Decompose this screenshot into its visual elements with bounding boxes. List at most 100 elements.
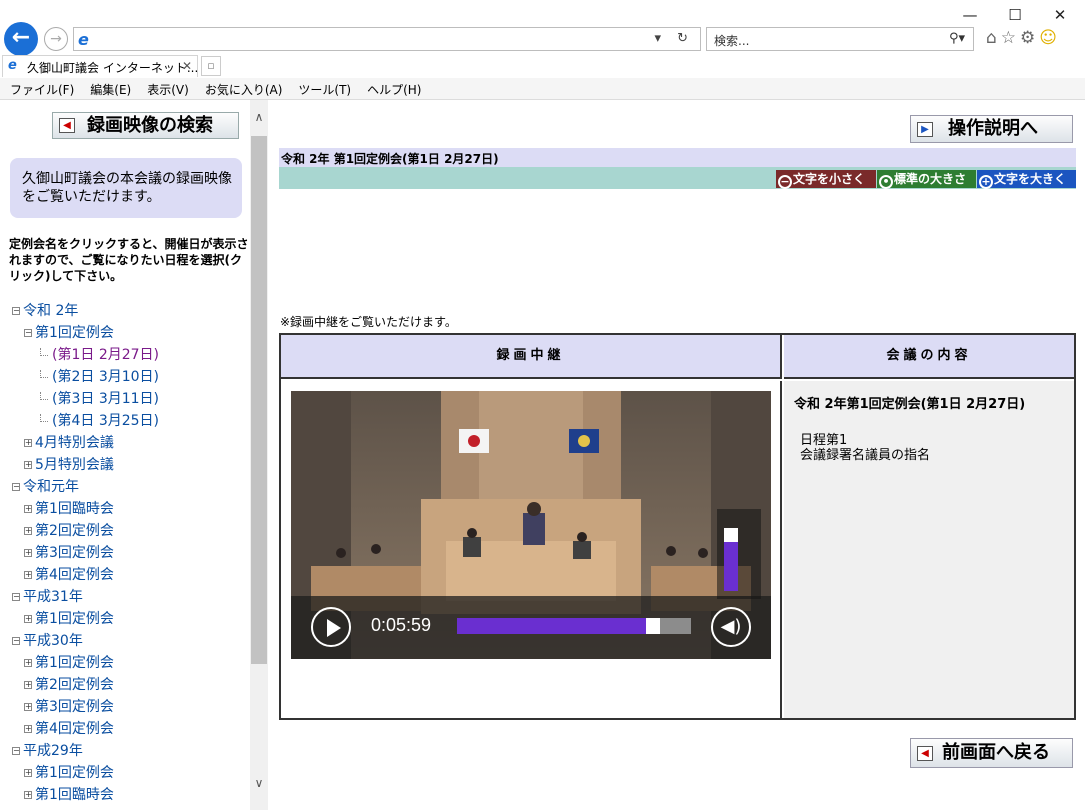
expand-icon[interactable]: + [24, 439, 32, 447]
maximize-button[interactable]: ☐ [993, 4, 1037, 26]
expand-icon[interactable]: + [24, 725, 32, 733]
tree-item-label: (第4日 3月25日) [52, 413, 160, 429]
home-icon[interactable]: ⌂ [986, 28, 1001, 48]
tree-session-item[interactable]: + 第1回定例会 [24, 762, 114, 782]
seek-knob[interactable] [646, 618, 660, 634]
expand-icon[interactable]: + [24, 791, 32, 799]
expand-icon[interactable]: + [24, 505, 32, 513]
forward-arrow-icon[interactable]: → [44, 27, 68, 51]
menu-tools[interactable]: ツール(T) [288, 78, 357, 98]
expand-icon[interactable]: + [24, 461, 32, 469]
menu-edit[interactable]: 編集(E) [80, 78, 137, 98]
tree-year-item[interactable]: − 令和 2年 [12, 300, 78, 320]
tree-year-item[interactable]: − 平成30年 [12, 630, 83, 650]
tree-year-item[interactable]: − 平成31年 [12, 586, 83, 606]
collapse-icon[interactable]: − [12, 747, 20, 755]
tree-date-item[interactable]: (第4日 3月25日) [40, 410, 159, 430]
close-tab-icon[interactable]: ✕ [182, 59, 192, 73]
sidebar-scrollbar[interactable]: ∧ ∨ [250, 100, 268, 810]
tree-item-label: 第1回臨時会 [35, 787, 114, 803]
expand-icon[interactable]: + [24, 549, 32, 557]
tree-session-item[interactable]: + 第1回臨時会 [24, 498, 114, 518]
tree-session-item[interactable]: +5月特別会議 [24, 454, 114, 474]
video-cell: 0:05:59 ◀) [281, 381, 782, 718]
font-small-button[interactable]: − 文字を小さく [776, 170, 876, 189]
tree-branch-icon [40, 392, 48, 400]
tree-session-item[interactable]: + 第4回定例会 [24, 718, 114, 738]
collapse-icon[interactable]: − [12, 483, 20, 491]
content-title: 令和 2年第1回定例会(第1日 2月27日) [794, 397, 1026, 412]
font-large-button[interactable]: + 文字を大きく [977, 170, 1076, 189]
tree-session-item[interactable]: + 第2回定例会 [24, 674, 114, 694]
collapse-icon[interactable]: − [12, 593, 20, 601]
volume-track[interactable] [724, 519, 738, 591]
tree-item-label: 第1回定例会 [35, 765, 114, 781]
magnifier-icon[interactable]: ⚲▾ [949, 31, 965, 46]
volume-knob[interactable] [724, 528, 738, 542]
collapse-icon[interactable]: − [24, 329, 32, 337]
tree-session-item[interactable]: + 第1回定例会 [24, 652, 114, 672]
expand-icon[interactable]: + [24, 571, 32, 579]
tree-session-item[interactable]: + 第1回臨時会 [24, 784, 114, 804]
tree-year-item[interactable]: − 令和元年 [12, 476, 79, 496]
collapse-icon[interactable]: − [12, 637, 20, 645]
minimize-button[interactable]: — [948, 4, 992, 26]
menu-file[interactable]: ファイル(F) [0, 78, 80, 98]
scroll-down-icon[interactable]: ∨ [250, 776, 268, 794]
expand-icon[interactable]: + [24, 659, 32, 667]
back-to-previous-button[interactable]: ◀ 前画面へ戻る [910, 738, 1073, 768]
tree-item-label: 平成31年 [23, 589, 83, 605]
menu-favorites[interactable]: お気に入り(A) [195, 78, 289, 98]
ie-logo-icon: e [78, 30, 89, 49]
search-videos-button[interactable]: ◀ 録画映像の検索 [52, 112, 239, 139]
expand-icon[interactable]: + [24, 681, 32, 689]
font-standard-label: 標準の大きさ [894, 172, 967, 186]
tree-date-item[interactable]: (第1日 2月27日) [40, 344, 159, 364]
tree-session-item[interactable]: + 第3回定例会 [24, 696, 114, 716]
scroll-up-icon[interactable]: ∧ [250, 110, 268, 128]
gear-icon[interactable]: ⚙ [1020, 28, 1039, 48]
new-tab-button[interactable]: ▫ [201, 56, 221, 76]
scrollbar-thumb[interactable] [251, 136, 267, 664]
tree-date-item[interactable]: (第3日 3月11日) [40, 388, 159, 408]
howto-button[interactable]: ▶ 操作説明へ [910, 115, 1073, 143]
refresh-icon[interactable]: ▾ ↻ [654, 31, 694, 46]
menu-view[interactable]: 表示(V) [137, 78, 195, 98]
collapse-icon[interactable]: − [12, 307, 20, 315]
tree-item-label: (第3日 3月11日) [52, 391, 160, 407]
close-button[interactable]: ✕ [1038, 4, 1082, 26]
back-arrow-icon[interactable]: ← [4, 22, 38, 56]
smiley-icon[interactable]: ☺ [1039, 28, 1061, 48]
tree-session-item[interactable]: − 第1回定例会 [24, 322, 114, 342]
tree-year-item[interactable]: − 平成29年 [12, 740, 83, 760]
menu-help[interactable]: ヘルプ(H) [357, 78, 427, 98]
tree-branch-icon [40, 370, 48, 378]
font-small-label: 文字を小さく [793, 172, 866, 186]
tree-session-item[interactable]: + 第4回定例会 [24, 564, 114, 584]
volume-level [724, 542, 738, 591]
seek-bar[interactable] [457, 618, 691, 634]
search-input[interactable]: 検索... ⚲▾ [706, 27, 974, 51]
ie-favicon-icon: e [8, 58, 17, 73]
search-placeholder: 検索... [714, 34, 750, 48]
expand-icon[interactable]: + [24, 527, 32, 535]
tree-session-item[interactable]: + 第1回定例会 [24, 608, 114, 628]
tree-item-label: (第2日 3月10日) [52, 369, 160, 385]
browser-tab[interactable]: e 久御山町議会 インターネット... ✕ [2, 55, 198, 77]
expand-icon[interactable]: + [24, 615, 32, 623]
tree-session-item[interactable]: + 第3回定例会 [24, 542, 114, 562]
search-videos-label: 録画映像の検索 [87, 115, 213, 136]
star-icon[interactable]: ☆ [1001, 28, 1020, 48]
volume-button[interactable]: ◀) [711, 607, 751, 647]
tree-item-label: 4月特別会議 [35, 435, 114, 451]
left-arrow-icon: ◀ [917, 746, 933, 761]
tree-date-item[interactable]: (第2日 3月10日) [40, 366, 159, 386]
video-player[interactable]: 0:05:59 ◀) [291, 391, 771, 659]
expand-icon[interactable]: + [24, 703, 32, 711]
tree-session-item[interactable]: +4月特別会議 [24, 432, 114, 452]
tree-session-item[interactable]: + 第2回定例会 [24, 520, 114, 540]
font-standard-button[interactable]: • 標準の大きさ [877, 170, 976, 189]
address-bar[interactable]: e ▾ ↻ [73, 27, 701, 51]
play-button[interactable] [311, 607, 351, 647]
expand-icon[interactable]: + [24, 769, 32, 777]
